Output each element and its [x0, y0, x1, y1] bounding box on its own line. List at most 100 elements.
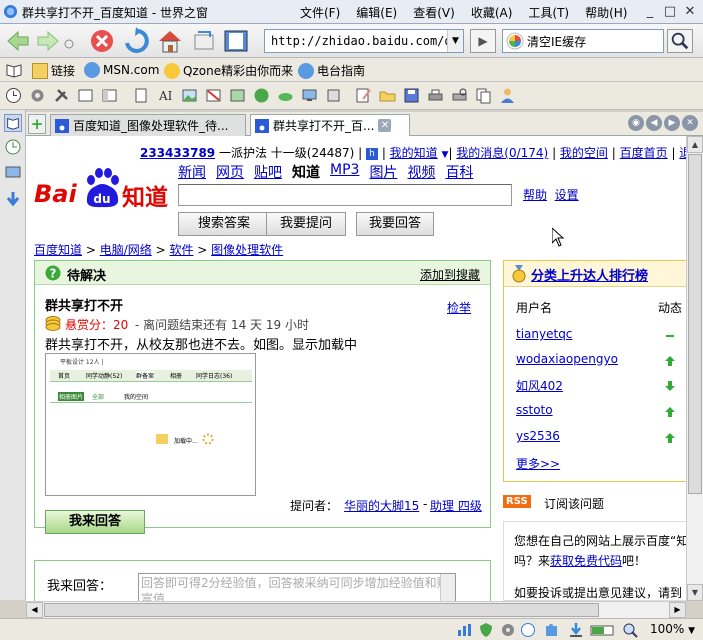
rank-user-2[interactable]: wodaxiaopengyo [516, 352, 618, 366]
menu-view[interactable]: 查看(V) [413, 4, 455, 21]
user-id-link[interactable]: 233433789 [140, 146, 215, 160]
sidebar-monitor-icon[interactable] [4, 164, 22, 182]
home-icon[interactable] [156, 27, 184, 55]
status-puzzle-icon[interactable] [544, 622, 560, 638]
status-gear-icon[interactable] [500, 622, 516, 638]
window-icon[interactable] [77, 87, 94, 104]
tools-icon[interactable] [53, 87, 70, 104]
image-icon[interactable] [181, 87, 198, 104]
settings-link[interactable]: 设置 [555, 188, 579, 202]
google-search-icon[interactable] [506, 32, 524, 50]
baidu-home-link[interactable]: 百度首页 [620, 146, 668, 160]
new-tab-plus-icon[interactable]: + [28, 114, 46, 134]
undo-close-icon[interactable] [190, 27, 218, 55]
rss-badge-icon[interactable]: RSS [503, 495, 531, 508]
menu-file[interactable]: 文件(F) [300, 4, 340, 21]
scroll-left-icon[interactable]: ◀ [26, 602, 43, 618]
save-icon[interactable] [403, 87, 420, 104]
menu-favorites[interactable]: 收藏(A) [471, 4, 513, 21]
search-input[interactable]: 清空IE缓存 [527, 33, 586, 50]
translate-icon[interactable] [253, 87, 270, 104]
history-dropdown-icon[interactable] [62, 27, 76, 55]
answer-textarea[interactable]: 回答即可得2分经验值，回答被采纳可同步增加经验值和财富值 [138, 573, 456, 601]
user-icon[interactable] [499, 87, 516, 104]
monitor-icon[interactable] [301, 87, 318, 104]
tab-image-software[interactable]: 百度知道_图像处理软件_待... [50, 114, 246, 136]
answer-now-button[interactable]: 我来回答 [45, 510, 145, 534]
my-messages-link[interactable]: 我的消息(0/174) [456, 146, 548, 160]
baidu-zhidao-logo[interactable]: Bai du 知道 [34, 168, 172, 211]
scroll-right-icon[interactable]: ▶ [669, 602, 686, 618]
crumb-computer[interactable]: 电脑/网络 [100, 243, 152, 257]
channel-tieba[interactable]: 贴吧 [254, 162, 282, 182]
sidebar-bookmarks-icon[interactable] [4, 114, 22, 132]
report-link[interactable]: 检举 [447, 299, 471, 316]
tab-prev-icon[interactable]: ◀ [646, 115, 662, 131]
status-download-icon[interactable] [568, 622, 584, 638]
stop-icon[interactable] [88, 27, 116, 55]
text-style-icon[interactable]: AI [157, 87, 174, 104]
asker-level[interactable]: 助理 四级 [430, 497, 482, 514]
crumb-image-software[interactable]: 图像处理软件 [211, 243, 283, 257]
sidebar-download-icon[interactable] [4, 190, 22, 208]
channel-mp3[interactable]: MP3 [330, 162, 359, 182]
computer-icon[interactable] [325, 87, 342, 104]
my-space-link[interactable]: 我的空间 [560, 146, 608, 160]
forward-arrow-icon[interactable] [34, 27, 62, 55]
crumb-software[interactable]: 软件 [169, 243, 193, 257]
rank-user-1[interactable]: tianyetqc [516, 327, 572, 341]
subscribe-text[interactable]: 订阅该问题 [544, 495, 604, 512]
crumb-zhidao[interactable]: 百度知道 [34, 243, 82, 257]
status-chart-icon[interactable] [456, 622, 472, 638]
favorites-book-icon[interactable] [222, 27, 250, 55]
maximize-button[interactable]: □ [661, 3, 679, 20]
refresh-icon[interactable] [122, 27, 150, 55]
cloud-icon[interactable] [277, 87, 294, 104]
link-qzone[interactable]: Qzone精彩由你而来 [164, 62, 293, 79]
channel-images[interactable]: 图片 [369, 162, 397, 182]
tab-next-icon[interactable]: ▶ [664, 115, 680, 131]
open-folder-icon[interactable] [379, 87, 396, 104]
chevron-down-icon[interactable]: ▼ [442, 150, 449, 160]
ranking-more-link[interactable]: 更多>> [516, 455, 560, 472]
rank-user-4[interactable]: sstoto [516, 403, 553, 417]
status-battery-icon[interactable] [590, 622, 616, 638]
vertical-scroll-thumb[interactable] [688, 154, 702, 494]
copy-icon[interactable] [475, 87, 492, 104]
tab-close-all-icon[interactable]: ✕ [682, 115, 698, 131]
address-bar[interactable]: http://zhidao.baidu.com/que ▼ [264, 29, 464, 53]
back-arrow-icon[interactable] [4, 27, 32, 55]
ranking-title-link[interactable]: 分类上升达人排行榜 [531, 265, 648, 284]
menu-edit[interactable]: 编辑(E) [356, 4, 397, 21]
my-know-link[interactable]: 我的知道 [390, 146, 438, 160]
ask-question-button[interactable]: 我要提问 [266, 212, 346, 236]
links-folder[interactable]: 链接 [32, 62, 75, 79]
address-dropdown-icon[interactable]: ▼ [447, 30, 463, 52]
channel-news[interactable]: 新闻 [178, 162, 206, 182]
channel-baike[interactable]: 百科 [445, 162, 473, 182]
open-book-icon[interactable] [6, 62, 22, 78]
menu-tools[interactable]: 工具(T) [528, 4, 569, 21]
print-preview-icon[interactable] [451, 87, 468, 104]
tab-qun-share[interactable]: 群共享打不开_百... ✕ [250, 114, 410, 136]
vertical-scrollbar[interactable]: ▲ ▼ [686, 136, 703, 601]
zoom-level[interactable]: 100% ▼ [650, 622, 695, 636]
asker-link[interactable]: 华丽的大脚15 [344, 497, 419, 514]
rank-user-3[interactable]: 如风402 [516, 377, 563, 394]
go-button[interactable]: ▶ [470, 29, 496, 53]
logout-link[interactable]: 退出 [679, 146, 686, 160]
help-link[interactable]: 帮助 [523, 188, 547, 202]
close-window-button[interactable]: ✕ [681, 3, 699, 20]
minimize-button[interactable]: _ [641, 3, 659, 20]
page-icon[interactable] [133, 87, 150, 104]
sidebar-history-icon[interactable] [4, 138, 22, 156]
close-tab-icon[interactable]: ✕ [378, 119, 392, 132]
horizontal-scrollbar[interactable]: ◀ ▶ [26, 601, 686, 618]
question-search-input[interactable] [178, 184, 512, 206]
channel-video[interactable]: 视频 [407, 162, 435, 182]
tab-list-icon[interactable]: ◉ [628, 115, 644, 131]
block-icon[interactable] [205, 87, 222, 104]
scroll-down-icon[interactable]: ▼ [687, 584, 703, 601]
add-to-favorites-link[interactable]: 添加到搜藏 [420, 266, 480, 283]
answer-question-button[interactable]: 我要回答 [356, 212, 434, 236]
